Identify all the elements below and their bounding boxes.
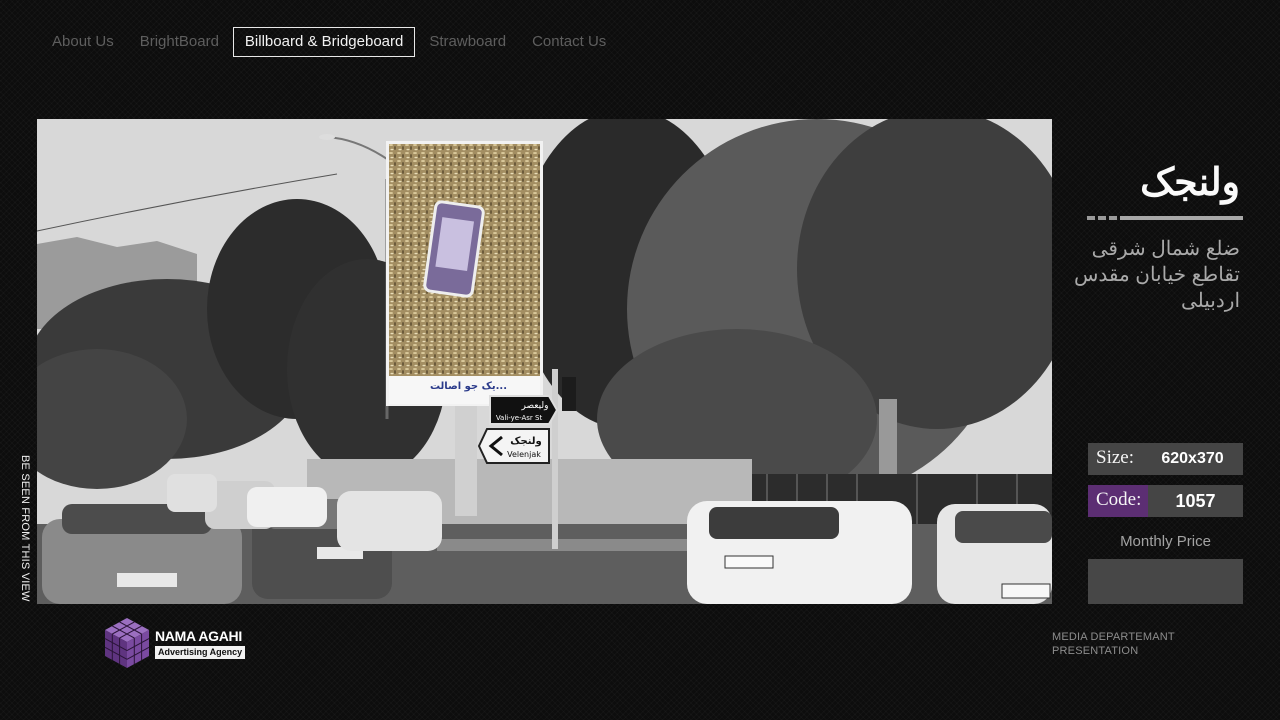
size-value: 620x370 bbox=[1142, 443, 1243, 475]
sign-direction-en: Velenjak bbox=[507, 450, 541, 459]
view-caption-text: BE SEEN FROM THIS VIEW bbox=[19, 455, 31, 602]
sign-street-en: Vali-ye-Asr St bbox=[496, 414, 543, 422]
size-row: Size: 620x370 bbox=[1088, 443, 1243, 475]
logo-tagline: Advertising Agency bbox=[155, 645, 246, 659]
monthly-price-label: Monthly Price bbox=[1120, 533, 1211, 550]
nav-contact-us[interactable]: Contact Us bbox=[520, 27, 618, 57]
code-row: Code: 1057 bbox=[1088, 485, 1243, 517]
location-title: ولنجک bbox=[1140, 162, 1240, 204]
size-label: Size: bbox=[1088, 443, 1142, 475]
location-photo: یک جو اصالت... ولیعصر Vali-ye-Asr St ولن… bbox=[37, 119, 1052, 604]
footer-note: MEDIA DEPARTEMANT PRESENTATION bbox=[1052, 630, 1175, 658]
sign-direction-fa: ولنجک bbox=[510, 436, 542, 447]
location-address: ضلع شمال شرقی تقاطع خیابان مقدس اردبیلی bbox=[1073, 238, 1240, 312]
billboard-slogan: یک جو اصالت... bbox=[430, 381, 507, 392]
company-logo[interactable]: NAMA AGAHI Advertising Agency bbox=[103, 616, 248, 670]
footer-note-line1: MEDIA DEPARTEMANT bbox=[1052, 631, 1175, 643]
monthly-price-value bbox=[1088, 559, 1243, 604]
nav-strawboard[interactable]: Strawboard bbox=[417, 27, 518, 57]
view-caption: BE SEEN FROM THIS VIEW bbox=[10, 455, 40, 605]
code-label: Code: bbox=[1088, 485, 1148, 517]
footer-note-line2: PRESENTATION bbox=[1052, 645, 1139, 657]
sign-street-fa: ولیعصر bbox=[521, 401, 549, 411]
nav-billboard-bridgeboard[interactable]: Billboard & Bridgeboard bbox=[232, 27, 416, 57]
title-divider bbox=[1087, 216, 1243, 222]
logo-name: NAMA AGAHI bbox=[155, 627, 242, 644]
top-nav: About Us BrightBoard Billboard & Bridgeb… bbox=[40, 27, 620, 57]
code-value: 1057 bbox=[1148, 485, 1243, 517]
nav-about-us[interactable]: About Us bbox=[40, 27, 126, 57]
nav-brightboard[interactable]: BrightBoard bbox=[128, 27, 231, 57]
cube-logo-icon bbox=[104, 618, 150, 668]
